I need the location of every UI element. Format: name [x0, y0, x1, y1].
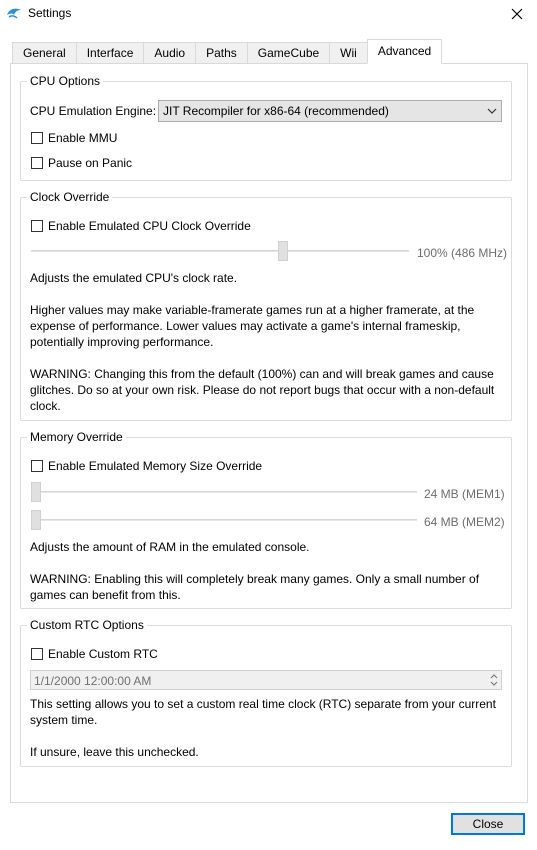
rtc-datetime-field[interactable]: 1/1/2000 12:00:00 AM — [30, 670, 502, 690]
tab-wii[interactable]: Wii — [329, 42, 367, 64]
enable-mmu-checkbox[interactable] — [31, 132, 43, 144]
cpu-engine-value: JIT Recompiler for x86-64 (recommended) — [163, 104, 389, 118]
spinner-icon[interactable] — [489, 673, 499, 687]
rtc-datetime-value: 1/1/2000 12:00:00 AM — [34, 674, 152, 688]
custom-rtc-label: Enable Custom RTC — [48, 647, 158, 661]
clock-override-label: Enable Emulated CPU Clock Override — [48, 219, 251, 233]
memory-description: Adjusts the amount of RAM in the emulate… — [30, 540, 310, 554]
tab-general[interactable]: General — [12, 42, 76, 64]
mem1-slider-track — [31, 491, 417, 493]
clock-warning: WARNING: Changing this from the default … — [30, 367, 495, 413]
pause-on-panic-checkbox[interactable] — [31, 157, 43, 169]
custom-rtc-title: Custom RTC Options — [27, 618, 147, 632]
enable-mmu-label: Enable MMU — [48, 131, 118, 145]
tab-audio[interactable]: Audio — [143, 42, 196, 64]
rtc-description: This setting allows you to set a custom … — [30, 697, 496, 727]
memory-override-checkbox[interactable] — [31, 460, 43, 472]
clock-detail: Higher values may make variable-framerat… — [30, 303, 475, 349]
mem1-value: 24 MB (MEM1) — [424, 487, 505, 501]
custom-rtc-group: Custom RTC Options Enable Custom RTC 1/1… — [20, 618, 512, 767]
dolphin-icon — [7, 8, 21, 19]
clock-description: Adjusts the emulated CPU's clock rate. — [30, 271, 238, 285]
clock-override-title: Clock Override — [27, 190, 113, 204]
pause-on-panic-label: Pause on Panic — [48, 156, 133, 170]
clock-slider-track — [31, 250, 409, 252]
cpu-options-title: CPU Options — [27, 74, 104, 88]
close-icon[interactable] — [497, 0, 537, 28]
cpu-options-group: CPU Options CPU Emulation Engine: JIT Re… — [20, 74, 512, 181]
clock-slider-thumb[interactable] — [278, 241, 288, 261]
memory-override-label: Enable Emulated Memory Size Override — [48, 459, 263, 473]
title-bar: Settings — [0, 0, 537, 28]
clock-override-group: Clock Override Enable Emulated CPU Clock… — [20, 190, 512, 421]
cpu-engine-label: CPU Emulation Engine: — [30, 104, 157, 118]
tab-interface[interactable]: Interface — [75, 42, 144, 64]
tab-advanced[interactable]: Advanced — [366, 39, 443, 64]
memory-warning: WARNING: Enabling this will completely b… — [30, 572, 480, 602]
tab-gamecube[interactable]: GameCube — [246, 42, 330, 64]
rtc-hint: If unsure, leave this unchecked. — [30, 745, 199, 759]
cpu-engine-select[interactable]: JIT Recompiler for x86-64 (recommended) — [158, 100, 502, 122]
mem2-slider-thumb[interactable] — [31, 510, 41, 530]
clock-slider-value: 100% (486 MHz) — [417, 246, 508, 260]
tab-bar: General Interface Audio Paths GameCube W… — [12, 39, 443, 64]
mem1-slider-thumb[interactable] — [31, 482, 41, 502]
mem2-value: 64 MB (MEM2) — [424, 515, 505, 529]
memory-override-group: Memory Override Enable Emulated Memory S… — [20, 430, 512, 609]
chevron-down-icon — [487, 108, 497, 114]
memory-override-title: Memory Override — [27, 430, 126, 444]
window-title: Settings — [28, 6, 72, 20]
clock-override-checkbox[interactable] — [31, 220, 43, 232]
close-button[interactable]: Close — [451, 813, 525, 835]
mem2-slider-track — [31, 519, 417, 521]
custom-rtc-checkbox[interactable] — [31, 648, 43, 660]
tab-paths[interactable]: Paths — [195, 42, 247, 64]
